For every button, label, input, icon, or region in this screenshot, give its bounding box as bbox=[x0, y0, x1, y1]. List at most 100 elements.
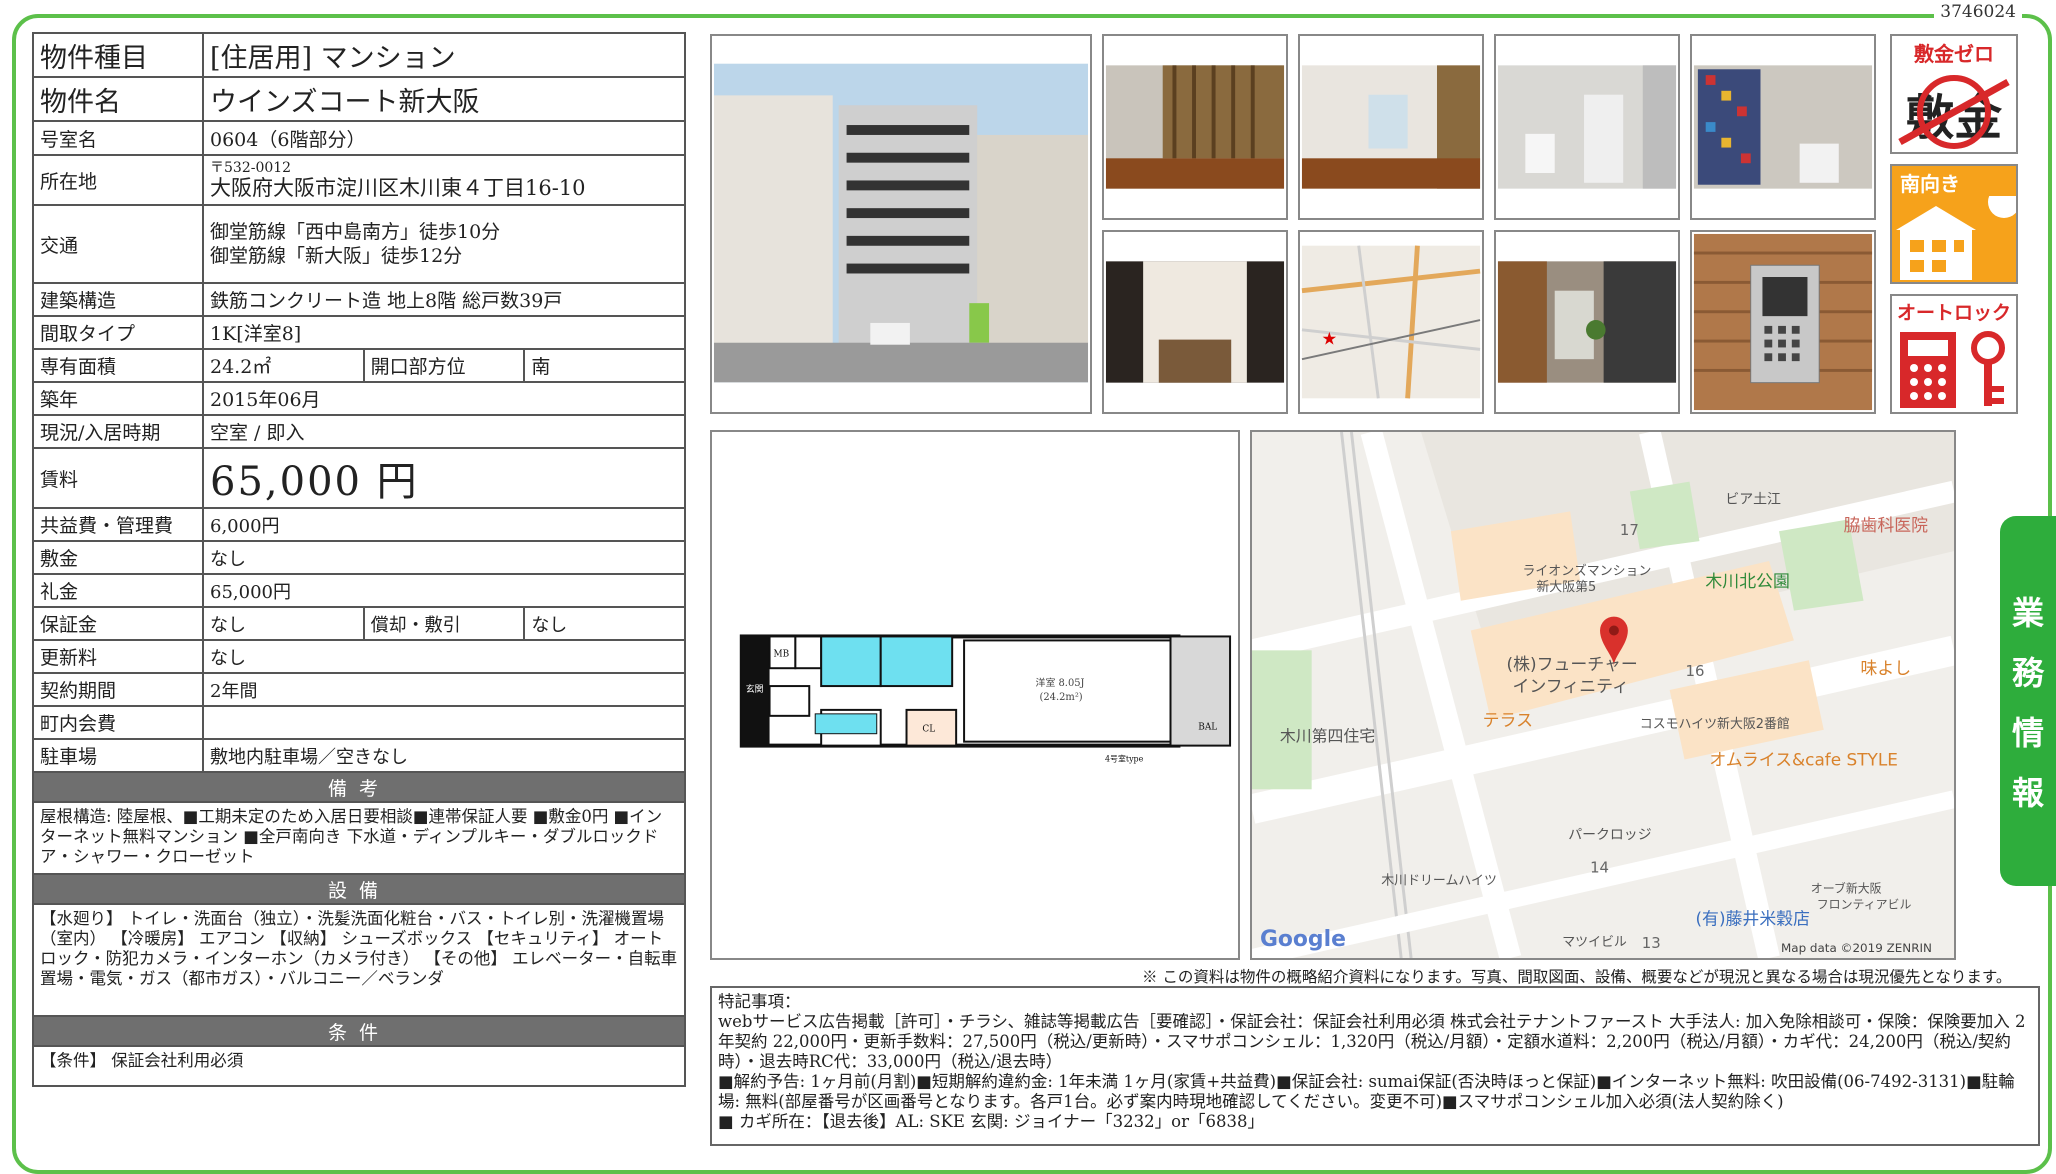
autolock-text: オートロック bbox=[1896, 302, 2011, 324]
intercom-photo[interactable] bbox=[1690, 230, 1876, 414]
deposit-value: なし bbox=[202, 540, 686, 575]
map-label-2: 脇歯科医院 bbox=[1844, 515, 1929, 535]
business-info-tab[interactable]: 業 務 情 報 bbox=[2000, 516, 2056, 886]
address-value: 大阪府大阪市淀川区木川東４丁目16-10 bbox=[210, 175, 586, 200]
special-remarks: 特記事項： webサービス広告掲載［許可］・チラシ、雑誌等掲載広告［要確認］・保… bbox=[710, 986, 2040, 1146]
map-label-17: 木川ドリームハイツ bbox=[1381, 874, 1497, 889]
interior-photo-2[interactable] bbox=[1298, 34, 1484, 220]
map-label-7: (株)フューチャー bbox=[1507, 654, 1638, 674]
access-line-2: 御堂筋線「新大阪」徒歩12分 bbox=[210, 245, 463, 267]
built-value: 2015年06月 bbox=[202, 381, 686, 416]
equipment-title: 設備 bbox=[32, 873, 686, 905]
map-label-11: 木川第四住宅 bbox=[1280, 727, 1375, 746]
room-area-text: (24.2m²) bbox=[1040, 692, 1083, 703]
town-fee-label: 町内会費 bbox=[32, 705, 204, 740]
room-value: 0604（6階部分） bbox=[202, 120, 686, 156]
interior-photo-4[interactable] bbox=[1690, 34, 1876, 220]
map-label-21: マツイビル bbox=[1562, 935, 1627, 950]
type-label: 物件種目 bbox=[32, 32, 204, 78]
remarks-title: 特記事項： bbox=[718, 992, 801, 1011]
structure-label: 建築構造 bbox=[32, 282, 204, 317]
zero-deposit-badge: 敷金ゼロ 敷金 bbox=[1890, 34, 2018, 154]
parking-value: 敷地内駐車場／空きなし bbox=[202, 738, 686, 773]
floor-plan[interactable]: 洋室 8.05J (24.2m²) MB 玄関 CL BAL 4号室type bbox=[710, 430, 1240, 960]
zip-code: 〒532-0012 bbox=[210, 159, 292, 176]
access-label: 交通 bbox=[32, 204, 204, 284]
zero-deposit-text: 敷金ゼロ bbox=[1914, 42, 1994, 66]
status-value: 空室 / 即入 bbox=[202, 414, 686, 449]
south-facing-text: 南向き bbox=[1900, 172, 1960, 196]
address-label: 所在地 bbox=[32, 154, 204, 206]
direction-value: 南 bbox=[523, 348, 686, 383]
map-label-15: パークロッジ bbox=[1568, 827, 1652, 843]
room-label: 号室名 bbox=[32, 120, 204, 156]
rent-label: 賃料 bbox=[32, 447, 204, 509]
document-id: 3746024 bbox=[1934, 2, 2022, 22]
access-line-1: 御堂筋線「西中島南方」徒歩10分 bbox=[210, 221, 501, 243]
autolock-badge: オートロック bbox=[1890, 294, 2018, 414]
layout-label: 間取タイプ bbox=[32, 315, 204, 350]
town-fee-value bbox=[202, 705, 686, 740]
map-attribution: Map data ©2019 ZENRIN bbox=[1781, 941, 1932, 955]
map-label-16: 14 bbox=[1590, 859, 1609, 877]
remarks-line-1: webサービス広告掲載［許可］・チラシ、雑誌等掲載広告［要確認］・保証会社：保証… bbox=[718, 1012, 2026, 1071]
access-cell: 御堂筋線「西中島南方」徒歩10分 御堂筋線「新大阪」徒歩12分 bbox=[202, 204, 686, 284]
interior-photo-1[interactable] bbox=[1102, 34, 1288, 220]
term-value: 2年間 bbox=[202, 672, 686, 707]
disclaimer-note: ※ この資料は物件の概略紹介資料になります。写真、間取図面、設備、概要などが現況… bbox=[1142, 968, 2012, 986]
strike-cross-icon bbox=[1898, 75, 2010, 149]
name-value: ウインズコート新大阪 bbox=[202, 76, 686, 122]
map-label-22: 13 bbox=[1642, 934, 1661, 952]
equipment-text: 【水廻り】 トイレ・洗面台（独立）・洗髪洗面化粧台・バス・トイレ別・洗濯機置場（… bbox=[32, 903, 686, 1017]
balcony-label: BAL bbox=[1198, 723, 1217, 733]
name-label: 物件名 bbox=[32, 76, 204, 122]
map-label-4: ライオンズマンション bbox=[1522, 563, 1651, 579]
rent-value: 65,000 円 bbox=[202, 447, 686, 509]
conditions-title: 条件 bbox=[32, 1015, 686, 1047]
side-tab-char-2: 務 bbox=[2011, 654, 2044, 692]
location-map[interactable]: ビア土江 脇歯科医院 17 ライオンズマンション 新大阪第5 木川北公園 (株)… bbox=[1250, 430, 1956, 960]
amort-label: 償却・敷引 bbox=[362, 606, 526, 641]
keypad-key-icon bbox=[1900, 331, 2005, 408]
side-tab-char-1: 業 bbox=[2011, 594, 2044, 632]
map-label-8: インフィニティ bbox=[1513, 676, 1629, 696]
south-facing-badge: 南向き bbox=[1890, 164, 2018, 284]
fee-label: 共益費・管理費 bbox=[32, 507, 204, 542]
address-cell: 〒532-0012 大阪府大阪市淀川区木川東４丁目16-10 bbox=[202, 154, 686, 206]
remarks-line-2: ■解約予告: 1ヶ月前(月割)■短期解約違約金: 1年未満 1ヶ月(家賃+共益費… bbox=[718, 1072, 2015, 1111]
map-label-1: ビア土江 bbox=[1725, 491, 1781, 507]
amort-value: なし bbox=[523, 606, 686, 641]
keymoney-value: 65,000円 bbox=[202, 573, 686, 608]
map-label-12: テラス bbox=[1483, 710, 1533, 730]
map-label-10: 味よし bbox=[1861, 658, 1912, 678]
sun-house-icon bbox=[1896, 196, 2016, 280]
guarantee-value: なし bbox=[202, 606, 365, 641]
guarantee-label: 保証金 bbox=[32, 606, 204, 641]
hallway-photo[interactable] bbox=[1494, 230, 1680, 414]
map-label-20: (有)藤井米穀店 bbox=[1695, 908, 1810, 928]
built-label: 築年 bbox=[32, 381, 204, 416]
interior-photo-3[interactable] bbox=[1494, 34, 1680, 220]
area-map-thumbnail[interactable]: ★ bbox=[1298, 230, 1484, 414]
map-label-5: 新大阪第5 bbox=[1536, 579, 1596, 595]
svg-text:★: ★ bbox=[1322, 330, 1338, 350]
conditions-text: 【条件】 保証会社利用必須 bbox=[32, 1045, 686, 1087]
notes-title: 備考 bbox=[32, 771, 686, 803]
map-label-13: コスモハイツ新大阪2番館 bbox=[1640, 716, 1790, 732]
term-label: 契約期間 bbox=[32, 672, 204, 707]
map-label-3: 17 bbox=[1620, 521, 1639, 539]
google-logo: Google bbox=[1260, 927, 1346, 952]
map-label-9: 16 bbox=[1686, 662, 1705, 680]
closet-label: CL bbox=[922, 725, 935, 735]
map-label-6: 木川北公園 bbox=[1705, 571, 1789, 591]
direction-label: 開口部方位 bbox=[362, 348, 526, 383]
notes-text: 屋根構造: 陸屋根、■工期未定のため入居日要相談■連帯保証人要 ■敷金0円 ■イ… bbox=[32, 801, 686, 875]
area-value: 24.2㎡ bbox=[202, 348, 365, 383]
entrance-label: 玄関 bbox=[746, 683, 764, 695]
building-photo[interactable] bbox=[710, 34, 1092, 414]
entrance-photo[interactable] bbox=[1102, 230, 1288, 414]
map-label-14: オムライス&cafe STYLE bbox=[1709, 749, 1898, 769]
floorplan-type-label: 4号室type bbox=[1105, 753, 1144, 763]
side-tab-char-3: 情 bbox=[2011, 714, 2044, 752]
renewal-value: なし bbox=[202, 639, 686, 674]
